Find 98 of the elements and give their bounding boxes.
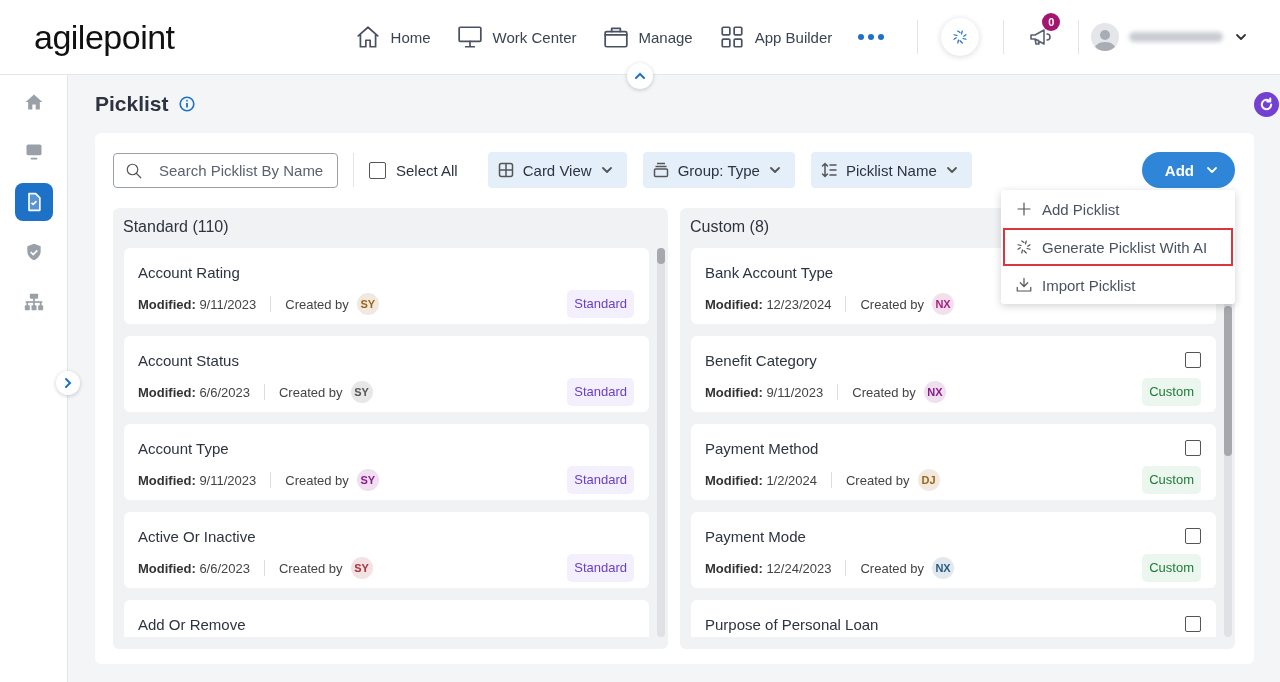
card-checkbox[interactable] — [1185, 440, 1201, 456]
search-icon — [125, 161, 143, 180]
refresh-button[interactable] — [1254, 91, 1279, 117]
sparkle-icon — [951, 28, 970, 46]
nav-link[interactable]: Manage — [602, 24, 693, 50]
menu-item[interactable]: Add Picklist — [1003, 190, 1233, 228]
type-tag: Custom — [1142, 378, 1201, 406]
user-initials-avatar: SY — [350, 557, 373, 579]
search-field[interactable]: Search Picklist By Name — [113, 152, 338, 188]
caret-icon — [600, 164, 613, 176]
group-dropdown[interactable]: Group: Type — [642, 152, 795, 188]
user-initials-avatar: SY — [356, 469, 379, 491]
type-tag: Standard — [567, 554, 634, 582]
monitor-icon — [456, 24, 483, 50]
card-checkbox[interactable] — [1185, 352, 1201, 368]
picklist-card[interactable]: Account Status Modified: 6/6/2023 Created by SY Standard — [124, 336, 649, 412]
collapse-header-button[interactable] — [627, 63, 653, 89]
picklist-card[interactable]: Purpose of Personal Loan — [691, 600, 1216, 637]
agilepoint-logo: agilepoint — [34, 20, 175, 54]
chevron-up-icon — [634, 70, 646, 82]
nav-link[interactable]: Work Center — [456, 24, 577, 50]
picklist-name: Account Rating — [138, 263, 240, 281]
created-by-label: Created by — [860, 296, 925, 312]
picklist-card[interactable]: Account Rating Modified: 9/11/2023 Created by SY Standard — [124, 248, 649, 324]
modified-date: Modified: 6/6/2023 — [138, 560, 250, 576]
picklist-name: Purpose of Personal Loan — [705, 615, 879, 633]
type-tag: Custom — [1142, 466, 1201, 494]
picklist-card[interactable]: Add Or Remove — [124, 600, 649, 637]
modified-date: Modified: 9/11/2023 — [138, 296, 257, 312]
card-checkbox[interactable] — [1185, 528, 1201, 544]
modified-date: Modified: 12/24/2023 — [705, 560, 832, 576]
type-tag: Custom — [1142, 554, 1201, 582]
picklist-name: Bank Account Type — [705, 263, 834, 281]
briefcase-icon — [602, 24, 629, 50]
nav-link[interactable]: Home — [354, 24, 431, 50]
user-initials-avatar: NX — [932, 557, 955, 579]
user-initials-avatar: NX — [932, 293, 955, 315]
refresh-icon — [1259, 96, 1274, 112]
card-checkbox[interactable] — [1185, 616, 1201, 632]
sort-dropdown[interactable]: Picklist Name — [810, 152, 972, 188]
sparkle-icon — [1015, 238, 1033, 256]
group-title: Standard (110) — [123, 218, 229, 237]
modified-date: Modified: 6/6/2023 — [138, 384, 250, 400]
type-tag: Standard — [567, 466, 634, 494]
select-all-label[interactable]: Select All — [396, 161, 458, 179]
type-tag: Standard — [567, 378, 634, 406]
picklist-name: Add Or Remove — [138, 615, 246, 633]
user-initials-avatar: NX — [923, 381, 946, 403]
picklist-name: Active Or Inactive — [138, 527, 256, 545]
view-dropdown[interactable]: Card View — [487, 152, 627, 188]
caret-icon — [945, 164, 958, 176]
modified-date: Modified: 9/11/2023 — [138, 472, 257, 488]
picklist-card[interactable]: Account Type Modified: 9/11/2023 Created by SY Standard — [124, 424, 649, 500]
picklist-name: Benefit Category — [705, 351, 817, 369]
menu-item[interactable]: Generate Picklist With AI — [1003, 228, 1233, 266]
modified-date: Modified: 1/2/2024 — [705, 472, 817, 488]
caret-icon — [1206, 164, 1218, 176]
more-icon[interactable] — [858, 34, 885, 40]
stack-icon — [652, 162, 669, 178]
chevron-right-icon — [62, 377, 74, 389]
picklist-card[interactable]: Payment Mode Modified: 12/24/2023 Created by NX Custom — [691, 512, 1216, 588]
info-icon[interactable] — [178, 96, 195, 112]
download-icon — [1015, 276, 1033, 294]
created-by-label: Created by — [846, 472, 910, 488]
grid-icon — [497, 162, 514, 178]
group-title: Custom (8) — [690, 218, 770, 237]
picklist-name: Payment Method — [705, 439, 819, 457]
notification-count: 0 — [1042, 13, 1061, 31]
user-initials-avatar: DJ — [917, 469, 940, 491]
created-by-label: Created by — [285, 296, 349, 312]
caret-icon — [768, 164, 781, 176]
scrollbar[interactable] — [657, 248, 665, 637]
grid-icon — [718, 24, 745, 50]
modified-date: Modified: 12/23/2024 — [705, 296, 832, 312]
created-by-label: Created by — [852, 384, 916, 400]
caret-icon[interactable] — [1235, 31, 1248, 43]
picklist-name: Account Type — [138, 439, 229, 457]
created-by-label: Created by — [285, 472, 349, 488]
type-tag: Standard — [567, 290, 634, 318]
picklist-name: Payment Mode — [705, 527, 806, 545]
created-by-label: Created by — [279, 384, 343, 400]
add-button[interactable]: Add — [1141, 152, 1235, 188]
user-initials-avatar: SY — [350, 381, 373, 403]
nav-link[interactable]: App Builder — [718, 24, 833, 50]
sidebar-document-check-icon[interactable] — [14, 183, 53, 221]
page-title: Picklist — [95, 92, 169, 116]
created-by-label: Created by — [860, 560, 925, 576]
expand-sidebar-button[interactable] — [56, 371, 80, 395]
modified-date: Modified: 9/11/2023 — [705, 384, 824, 400]
created-by-label: Created by — [279, 560, 343, 576]
sort-icon — [820, 162, 837, 178]
picklist-card[interactable]: Benefit Category Modified: 9/11/2023 Created by NX Custom — [691, 336, 1216, 412]
plus-icon — [1015, 200, 1033, 218]
select-all-checkbox[interactable] — [369, 161, 386, 179]
user-initials-avatar: SY — [356, 293, 379, 315]
picklist-card[interactable]: Active Or Inactive Modified: 6/6/2023 Created by SY Standard — [124, 512, 649, 588]
picklist-name: Account Status — [138, 351, 239, 369]
picklist-card[interactable]: Payment Method Modified: 1/2/2024 Created by DJ Custom — [691, 424, 1216, 500]
